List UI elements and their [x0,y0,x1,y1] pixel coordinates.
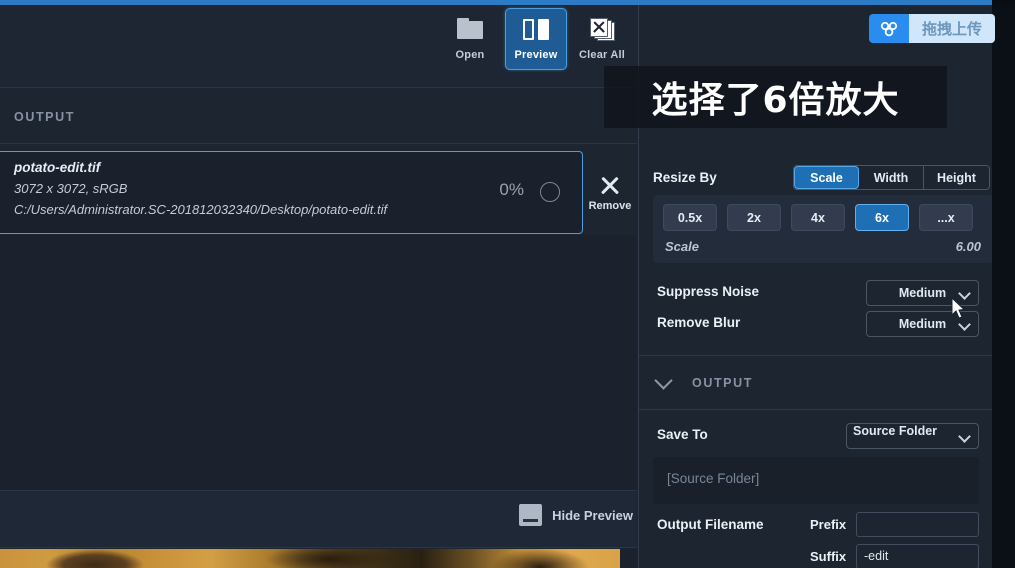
app-root: Open Preview Clear All OUTPUT potato-edi… [0,0,1015,568]
save-to-dropdown[interactable]: Source Folder [846,423,979,449]
suppress-noise-row: Suppress Noise Medium [653,280,992,306]
resize-by-segmented-control: Scale Width Height [793,165,990,190]
output-filename-label: Output Filename [657,517,764,532]
scale-preset-2x[interactable]: 2x [727,204,781,231]
clear-all-button[interactable]: Clear All [571,8,633,70]
baidu-cloud-icon [869,14,909,43]
remove-blur-row: Remove Blur Medium [653,311,992,337]
file-list-empty-area [0,235,637,490]
scale-presets-box: 0.5x 2x 4x 6x ...x Scale 6.00 [653,195,992,263]
scale-value-label: Scale [665,239,699,254]
upload-badge[interactable]: 拖拽上传 [869,14,996,43]
progress-spinner-icon [540,182,560,202]
clear-all-button-label: Clear All [578,48,626,61]
preview-toolbar: Hide Preview [0,490,637,548]
output-section-label: OUTPUT [692,376,753,390]
remove-button-label: Remove [588,199,632,212]
file-list-item[interactable]: potato-edit.tif 3072 x 3072, sRGB C:/Use… [0,151,583,234]
resize-by-option-width[interactable]: Width [859,166,924,189]
output-section-header[interactable]: OUTPUT [653,369,992,397]
preview-image[interactable] [0,549,620,568]
resize-by-option-height[interactable]: Height [924,166,989,189]
hide-preview-button[interactable]: Hide Preview [519,504,633,526]
left-output-header: OUTPUT [0,89,637,144]
section-divider [638,355,992,356]
mouse-cursor [951,296,967,321]
resize-by-label: Resize By [653,170,717,185]
left-output-header-label: OUTPUT [14,110,75,124]
close-icon [599,175,621,197]
prefix-input[interactable] [856,512,979,537]
open-button[interactable]: Open [439,8,501,70]
output-path-field[interactable]: [Source Folder] [653,457,979,504]
annotation-caption-text: 选择了6倍放大 [651,80,900,121]
save-to-value: Source Folder [853,424,938,438]
remove-file-button[interactable]: Remove [586,157,634,229]
split-view-icon [521,18,551,44]
left-panel: Open Preview Clear All OUTPUT potato-edi… [0,5,637,568]
clear-all-icon [587,17,617,44]
prefix-label: Prefix [810,517,847,532]
resize-by-row: Resize By Scale Width Height [653,165,992,190]
folder-icon [455,17,485,44]
scale-preset-0-5x[interactable]: 0.5x [663,204,717,231]
file-progress-percent: 0% [499,180,524,199]
toolbar: Open Preview Clear All [0,5,637,88]
suppress-noise-label: Suppress Noise [657,284,760,299]
preview-image-gutter [620,549,637,568]
scale-value-row: Scale 6.00 [665,239,981,254]
save-to-label: Save To [657,427,708,442]
toolbar-buttons: Open Preview Clear All [439,8,637,70]
chevron-down-icon [654,370,673,390]
section-divider [638,409,992,410]
suffix-input[interactable]: -edit [856,544,979,568]
resize-by-option-scale[interactable]: Scale [794,166,859,189]
hide-preview-label: Hide Preview [552,507,633,523]
open-button-label: Open [455,48,485,61]
remove-blur-label: Remove Blur [657,315,741,330]
file-name: potato-edit.tif [14,160,101,175]
save-to-row: Save To Source Folder [653,423,992,449]
annotation-caption: 选择了6倍放大 [604,66,947,128]
scale-preset-custom[interactable]: ...x [919,204,973,231]
panel-collapse-icon [519,504,543,526]
preview-button[interactable]: Preview [505,8,567,70]
output-path-placeholder: [Source Folder] [667,471,760,486]
preview-button-label: Preview [514,48,558,61]
file-dimensions: 3072 x 3072, sRGB [14,181,128,196]
baidu-cloud-glyph [880,21,898,36]
chevron-down-icon [958,430,971,443]
file-path: C:/Users/Administrator.SC-201812032340/D… [14,202,388,217]
scale-preset-6x[interactable]: 6x [855,204,909,231]
suffix-value: -edit [864,549,889,563]
scale-preset-4x[interactable]: 4x [791,204,845,231]
scale-preset-buttons: 0.5x 2x 4x 6x ...x [663,204,973,231]
scale-value: 6.00 [955,239,981,254]
upload-badge-label: 拖拽上传 [909,14,996,43]
suffix-label: Suffix [810,549,847,564]
